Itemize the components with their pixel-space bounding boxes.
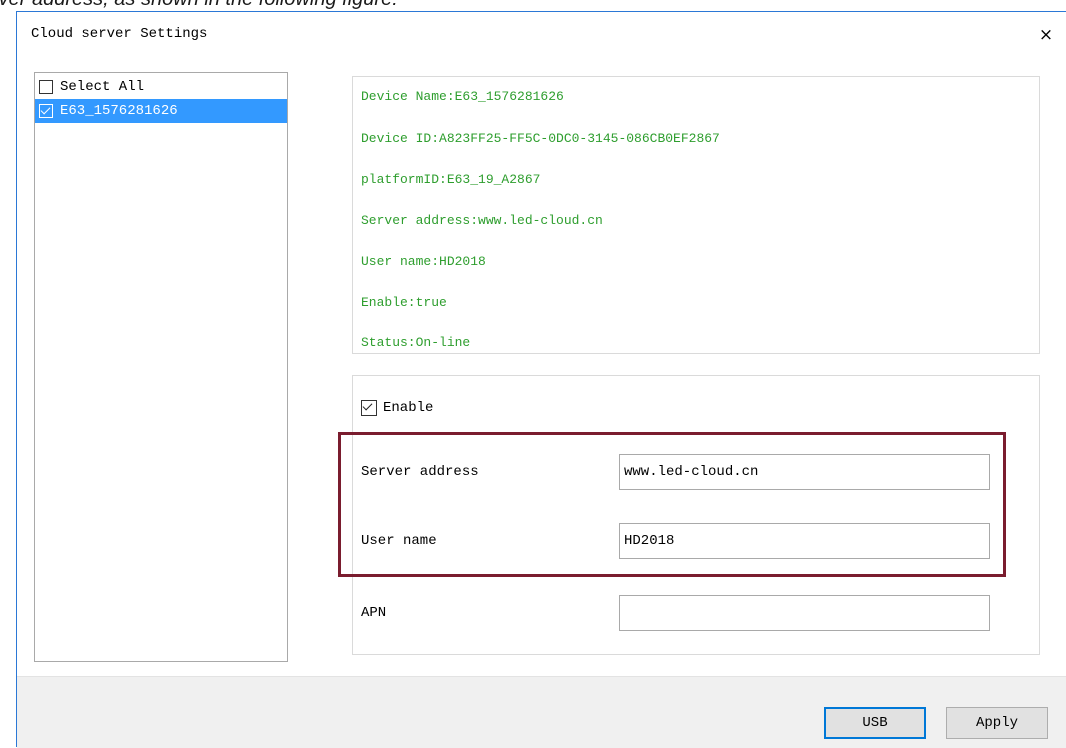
- cloud-server-settings-dialog: Cloud server Settings × Select All E63_1…: [16, 11, 1066, 748]
- close-button[interactable]: ×: [1026, 12, 1066, 58]
- info-platform-id: platformID:E63_19_A2867: [361, 172, 541, 187]
- device-info-panel: Device Name:E63_1576281626 Device ID:A82…: [352, 76, 1040, 354]
- device-list[interactable]: Select All E63_1576281626: [34, 72, 288, 662]
- user-name-label: User name: [361, 533, 437, 549]
- settings-panel: Enable Server address User name APN: [352, 375, 1040, 655]
- dialog-footer: USB Apply: [17, 676, 1066, 748]
- info-server-address: Server address:www.led-cloud.cn: [361, 213, 603, 228]
- info-status: Status:On-line: [361, 335, 471, 350]
- dialog-client-area: Select All E63_1576281626 Device Name:E6…: [17, 58, 1066, 676]
- dialog-title: Cloud server Settings: [31, 26, 208, 42]
- apn-input[interactable]: [619, 595, 990, 631]
- enable-checkbox[interactable]: [361, 400, 377, 416]
- close-icon: ×: [1038, 25, 1054, 45]
- select-all-label: Select All: [60, 79, 145, 95]
- apn-label: APN: [361, 605, 387, 621]
- info-device-name: Device Name:E63_1576281626: [361, 89, 564, 104]
- info-device-id: Device ID:A823FF25-FF5C-0DC0-3145-086CB0…: [361, 131, 720, 146]
- apply-button[interactable]: Apply: [946, 707, 1048, 739]
- list-item-device[interactable]: E63_1576281626: [35, 99, 287, 123]
- usb-button[interactable]: USB: [824, 707, 926, 739]
- enable-toggle[interactable]: Enable: [361, 400, 433, 416]
- info-user-name: User name:HD2018: [361, 254, 486, 269]
- title-bar: Cloud server Settings ×: [17, 12, 1066, 58]
- enable-label: Enable: [383, 400, 434, 416]
- select-all-checkbox[interactable]: [39, 80, 53, 94]
- device-checkbox[interactable]: [39, 104, 53, 118]
- list-item-select-all[interactable]: Select All: [35, 75, 287, 99]
- server-address-label: Server address: [361, 464, 479, 480]
- user-name-input[interactable]: [619, 523, 990, 559]
- info-enable: Enable:true: [361, 295, 447, 310]
- server-address-input[interactable]: [619, 454, 990, 490]
- device-item-label: E63_1576281626: [60, 103, 178, 119]
